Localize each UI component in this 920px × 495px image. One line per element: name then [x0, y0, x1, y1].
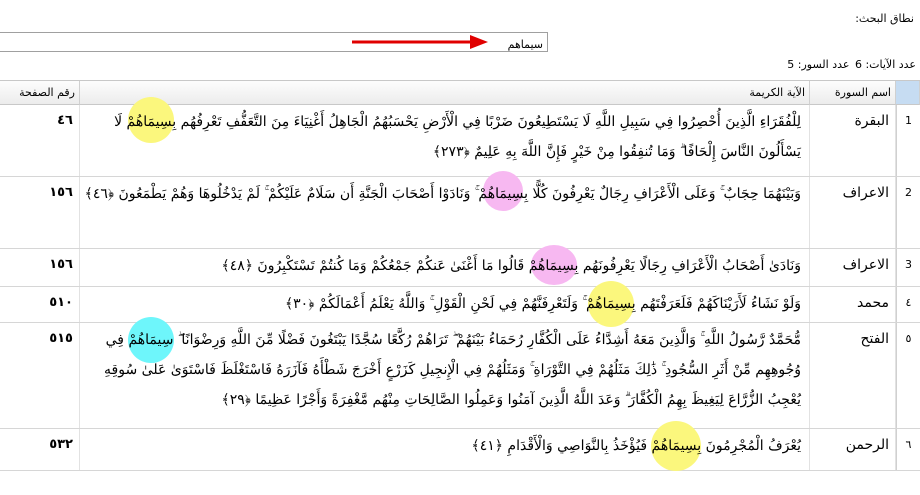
page-number: ١٥٦ — [0, 177, 80, 248]
table-row[interactable]: 1 البقرة لِلْفُقَرَاءِ الَّذِينَ أُحْصِرُو… — [0, 97, 920, 177]
search-match-highlight: بِسِيمَاهُمْ — [478, 171, 529, 211]
verse-text-after: ۚ وَلَتَعْرِفَنَّهُمْ فِي لَحْنِ الْقَوْ… — [284, 296, 586, 312]
sura-name: الرحمن — [810, 429, 896, 470]
table-row[interactable]: ٤ محمد وَلَوْ نَشَاءُ لَأَرَيْنَاكَهُمْ فَ… — [0, 281, 920, 327]
verse-text-before: مُّحَمَّدٌ رَّسُولُ اللَّهِ ۚ وَالَّذِين… — [173, 332, 801, 348]
column-header-page[interactable]: رقم الصفحة — [0, 81, 80, 105]
result-counts: عدد الآيات: 6 عدد السور: 5 — [785, 58, 916, 71]
row-number: 2 — [896, 177, 920, 248]
ayat-count: عدد الآيات: 6 — [854, 58, 916, 71]
row-number: ٥ — [896, 323, 920, 428]
verse-text-after: قَالُوا مَا أَغْنَىٰ عَنكُمْ جَمْعُكُمْ … — [221, 258, 529, 274]
verse-text: وَنَادَىٰ أَصْحَابُ الْأَعْرَافِ رِجَالً… — [80, 245, 810, 286]
verse-text-before: لِلْفُقَرَاءِ الَّذِينَ أُحْصِرُوا فِي س… — [176, 114, 801, 130]
verse-text-before: يُعْرَفُ الْمُجْرِمُونَ — [701, 438, 801, 454]
page-number: ١٥٦ — [0, 249, 80, 286]
page-number: ٤٦ — [0, 105, 80, 176]
sura-name: البقرة — [810, 105, 896, 176]
search-match-highlight: بِسِيمَاهُمْ — [585, 281, 636, 327]
sura-name: الاعراف — [810, 249, 896, 286]
verse-text-after: فَيُؤْخَذُ بِالنَّوَاصِي وَالْأَقْدَامِ … — [471, 438, 652, 454]
table-row[interactable]: 2 الاعراف وَبَيْنَهُمَا حِجَابٌ ۚ وَعَلَى … — [0, 171, 920, 249]
row-number: ٦ — [896, 429, 920, 470]
search-match-highlight: سِيمَاهُمْ — [127, 317, 174, 363]
search-match-highlight: بِسِيمَاهُمْ — [528, 245, 579, 285]
verse-text: يُعْرَفُ الْمُجْرِمُونَ بِسِيمَاهُمْ فَي… — [80, 421, 810, 471]
sura-name: الاعراف — [810, 177, 896, 248]
search-match-text: بِسِيمَاهُمْ — [478, 186, 529, 202]
verse-text: مُّحَمَّدٌ رَّسُولُ اللَّهِ ۚ وَالَّذِين… — [80, 317, 810, 428]
search-match-text: بِسِيمَاهُمْ — [585, 296, 636, 312]
verse-text: وَلَوْ نَشَاءُ لَأَرَيْنَاكَهُمْ فَلَعَر… — [80, 281, 810, 327]
column-header-verse[interactable]: الآية الكريمة — [80, 81, 810, 105]
table-row[interactable]: 3 الاعراف وَنَادَىٰ أَصْحَابُ الْأَعْرَافِ… — [0, 245, 920, 287]
verse-text: وَبَيْنَهُمَا حِجَابٌ ۚ وَعَلَى الْأَعْر… — [80, 171, 810, 248]
page-number: ٥٣٢ — [0, 429, 80, 470]
verse-text-before: وَبَيْنَهُمَا حِجَابٌ ۚ وَعَلَى الْأَعْر… — [528, 186, 802, 202]
suras-count: عدد السور: 5 — [787, 58, 850, 71]
row-number: ٤ — [896, 287, 920, 322]
sura-name: محمد — [810, 287, 896, 322]
verse-text-before: وَنَادَىٰ أَصْحَابُ الْأَعْرَافِ رِجَالً… — [578, 258, 801, 274]
table-row[interactable]: ٦ الرحمن يُعْرَفُ الْمُجْرِمُونَ بِسِيمَاه… — [0, 421, 920, 471]
red-arrow-annotation — [352, 35, 488, 49]
verse-text-before: وَلَوْ نَشَاءُ لَأَرَيْنَاكَهُمْ فَلَعَر… — [635, 296, 801, 312]
search-match-highlight: بِسِيمَاهُمْ — [126, 97, 177, 143]
table-row[interactable]: ٥ الفتح مُّحَمَّدٌ رَّسُولُ اللَّهِ ۚ وَال… — [0, 317, 920, 429]
page-number: ٥١٠ — [0, 287, 80, 322]
search-match-text: بِسِيمَاهُمْ — [126, 114, 177, 130]
search-match-text: بِسِيمَاهُمْ — [651, 438, 702, 454]
sura-name: الفتح — [810, 323, 896, 428]
search-match-text: بِسِيمَاهُمْ — [528, 258, 579, 274]
search-match-highlight: بِسِيمَاهُمْ — [651, 421, 702, 471]
column-header-sura[interactable]: اسم السورة — [810, 81, 896, 105]
results-table: رقم الصفحة الآية الكريمة اسم السورة 1 الب… — [0, 80, 920, 495]
column-header-num[interactable] — [896, 81, 920, 105]
row-number: 3 — [896, 249, 920, 286]
row-number: 1 — [896, 105, 920, 176]
verse-text-after: ۚ وَنَادَوْا أَصْحَابَ الْجَنَّةِ أَن سَ… — [84, 186, 479, 202]
verse-text: لِلْفُقَرَاءِ الَّذِينَ أُحْصِرُوا فِي س… — [80, 97, 810, 176]
search-scope-label: نطاق البحث: — [855, 12, 914, 25]
search-match-text: سِيمَاهُمْ — [128, 332, 174, 348]
page-number: ٥١٥ — [0, 323, 80, 428]
